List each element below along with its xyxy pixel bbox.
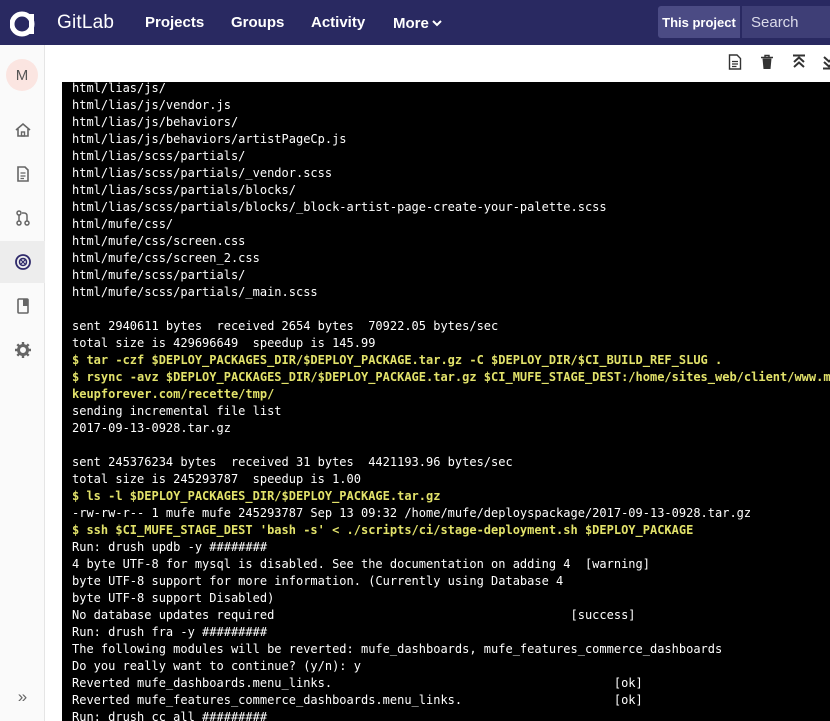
sidebar-item-merge-requests[interactable] xyxy=(0,197,45,239)
log-output-line: -rw-rw-r-- 1 mufe mufe 245293787 Sep 13 … xyxy=(72,506,752,520)
log-output-line: html/lias/js/ xyxy=(72,82,166,95)
nav-more-label: More xyxy=(393,15,429,32)
log-output-line: sending incremental file list xyxy=(72,404,282,418)
double-chevron-icon: » xyxy=(17,687,28,706)
wiki-icon xyxy=(14,297,32,315)
log-output-line: sent 2940611 bytes received 2654 bytes 7… xyxy=(72,319,499,333)
log-command-line: $ tar -czf $DEPLOY_PACKAGES_DIR/$DEPLOY_… xyxy=(72,353,723,367)
sidebar-item-settings[interactable] xyxy=(0,329,45,371)
log-command-line: $ ls -l $DEPLOY_PACKAGES_DIR/$DEPLOY_PAC… xyxy=(72,489,441,503)
merge-request-icon xyxy=(14,209,32,227)
this-project-scope-button[interactable]: This project xyxy=(658,6,740,38)
project-avatar[interactable]: M xyxy=(6,59,38,91)
settings-icon xyxy=(14,341,32,359)
scroll-bottom-icon xyxy=(822,54,830,75)
sidebar-item-ci-cd[interactable] xyxy=(0,241,45,283)
log-output-line: No database updates required [success] xyxy=(72,608,636,622)
log-output-line: Run: drush fra -y ######### xyxy=(72,625,268,639)
job-trace-log[interactable]: html/lias/js/html/lias/js/vendor.js html/… xyxy=(62,82,830,721)
log-output-line: Reverted mufe_features_commerce_dashboar… xyxy=(72,693,643,707)
log-output-line: Run: drush cc all ######### xyxy=(72,710,268,721)
log-output-line: html/lias/js/behaviors/artistPageCp.js xyxy=(72,132,347,146)
scroll-top-icon xyxy=(792,54,806,75)
search-input[interactable] xyxy=(742,6,830,38)
scroll-to-bottom-button[interactable] xyxy=(820,55,830,73)
file-icon xyxy=(14,165,32,183)
erase-log-button[interactable] xyxy=(758,54,776,75)
log-output-line xyxy=(72,437,830,454)
log-output-line: html/lias/js/behaviors/ xyxy=(72,115,239,129)
job-log-toolbar xyxy=(62,45,830,82)
home-icon xyxy=(14,121,32,139)
log-output-line xyxy=(72,301,830,318)
log-output-line: html/lias/scss/partials/blocks/_block-ar… xyxy=(72,200,607,214)
log-output-line: Run: drush updb -y ######## xyxy=(72,540,268,554)
sidebar-item-wiki[interactable] xyxy=(0,285,45,327)
nav-projects[interactable]: Projects xyxy=(145,14,204,31)
log-output-line: Reverted mufe_dashboards.menu_links. [ok… xyxy=(72,676,643,690)
log-output-line: html/mufe/css/ xyxy=(72,217,174,231)
log-output-line: html/mufe/css/screen.css xyxy=(72,234,246,248)
raw-log-button[interactable] xyxy=(726,53,744,75)
log-output-line: html/lias/scss/partials/ xyxy=(72,149,246,163)
raw-log-icon xyxy=(728,53,742,75)
log-output-line: Do you really want to continue? (y/n): y xyxy=(72,659,361,673)
pipeline-icon xyxy=(14,253,32,271)
nav-groups[interactable]: Groups xyxy=(231,14,284,31)
brand-name[interactable]: GitLab xyxy=(57,12,114,34)
log-command-line: $ ssh $CI_MUFE_STAGE_DEST 'bash -s' < ./… xyxy=(72,523,694,537)
log-output-line: html/mufe/scss/partials/_main.scss xyxy=(72,285,318,299)
nav-activity[interactable]: Activity xyxy=(311,14,365,31)
log-command-line: keupforever.com/recette/tmp/ xyxy=(72,387,275,401)
log-command-line: $ rsync -avz $DEPLOY_PACKAGES_DIR/$DEPLO… xyxy=(72,370,830,384)
log-output-line: byte UTF-8 support Disabled) xyxy=(72,591,275,605)
nav-more[interactable]: More xyxy=(393,14,442,32)
log-output-line: html/lias/scss/partials/blocks/ xyxy=(72,183,296,197)
log-output-line: sent 245376234 bytes received 31 bytes 4… xyxy=(72,455,513,469)
gitlab-logo-icon[interactable] xyxy=(9,10,37,37)
log-output-line: html/mufe/css/screen_2.css xyxy=(72,251,260,265)
sidebar-item-overview[interactable] xyxy=(0,109,45,151)
log-output-line: total size is 245293787 speedup is 1.00 xyxy=(72,472,361,486)
log-output-line: The following modules will be reverted: … xyxy=(72,642,723,656)
log-output-line: total size is 429696649 speedup is 145.9… xyxy=(72,336,376,350)
log-output-line: byte UTF-8 support for more information.… xyxy=(72,574,564,588)
erase-icon xyxy=(760,54,774,75)
top-navbar: GitLab Projects Groups Activity More Thi… xyxy=(0,0,830,45)
chevron-down-icon xyxy=(432,14,442,31)
log-output-line: html/mufe/scss/partials/ xyxy=(72,268,246,282)
log-output-line: html/lias/scss/partials/_vendor.scss xyxy=(72,166,333,180)
project-sidebar: M » xyxy=(0,45,45,721)
log-output-line: html/lias/js/vendor.js xyxy=(72,98,231,112)
log-output-line: 2017-09-13-0928.tar.gz xyxy=(72,421,231,435)
sidebar-item-repository[interactable] xyxy=(0,153,45,195)
log-output-line: 4 byte UTF-8 for mysql is disabled. See … xyxy=(72,557,650,571)
collapse-sidebar-button[interactable]: » xyxy=(0,677,45,717)
scroll-to-top-button[interactable] xyxy=(790,54,808,75)
log-content: html/lias/js/html/lias/js/vendor.js html/… xyxy=(72,82,830,721)
